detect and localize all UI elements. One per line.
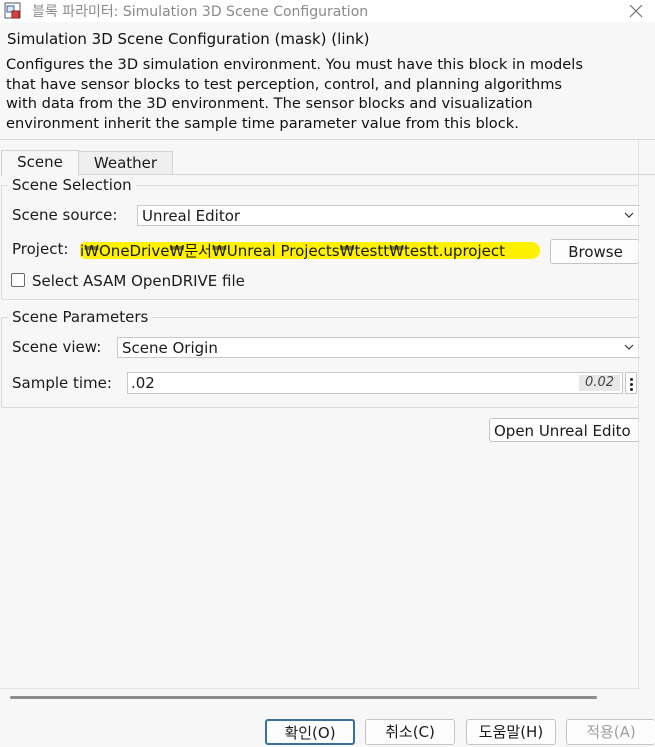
scene-parameters-title: Scene Parameters — [8, 308, 153, 326]
open-unreal-editor-button[interactable]: Open Unreal Edito — [489, 418, 640, 442]
chevron-down-icon — [624, 344, 634, 350]
horizontal-scrollbar[interactable] — [10, 696, 597, 699]
simulink-block-icon — [4, 2, 21, 19]
panel-edge — [638, 140, 639, 690]
project-label: Project: — [12, 240, 69, 258]
sample-time-input[interactable]: .02 0.02 — [127, 372, 623, 394]
help-button[interactable]: 도움말(H) — [466, 719, 556, 745]
scene-view-value: Scene Origin — [122, 339, 218, 357]
close-icon — [629, 4, 643, 18]
tab-scene[interactable]: Scene — [1, 150, 79, 176]
more-options-button[interactable] — [625, 372, 637, 394]
scene-source-label: Scene source: — [12, 206, 118, 224]
description-line: with data from the 3D environment. The s… — [6, 95, 533, 112]
more-dot — [630, 383, 633, 386]
scene-view-dropdown[interactable]: Scene Origin — [117, 337, 640, 358]
title-bar: 블록 파라미터: Simulation 3D Scene Configurati… — [0, 0, 655, 22]
mask-description: Configures the 3D simulation environment… — [6, 55, 646, 133]
mask-header: Simulation 3D Scene Configuration (mask)… — [7, 30, 370, 48]
scene-selection-title: Scene Selection — [8, 176, 136, 194]
sample-time-label: Sample time: — [12, 374, 112, 392]
scene-source-dropdown[interactable]: Unreal Editor — [137, 205, 640, 226]
chevron-down-icon — [624, 212, 634, 218]
sample-time-evaluated: 0.02 — [579, 375, 620, 391]
opendrive-checkbox[interactable] — [11, 273, 25, 287]
more-dot — [630, 378, 633, 381]
tab-weather[interactable]: Weather — [78, 151, 173, 175]
cancel-button[interactable]: 취소(C) — [365, 719, 455, 745]
separator — [0, 139, 655, 140]
tab-underline — [78, 174, 655, 175]
description-line: that have sensor blocks to test percepti… — [6, 75, 563, 93]
description-line: environment inherit the sample time para… — [6, 114, 519, 132]
project-path: i₩OneDrive₩문서₩Unreal Projects₩testt₩test… — [80, 242, 505, 260]
scene-source-value: Unreal Editor — [142, 207, 241, 225]
separator — [0, 688, 638, 689]
project-field[interactable]: i₩OneDrive₩문서₩Unreal Projects₩testt₩test… — [80, 239, 540, 261]
scene-view-label: Scene view: — [12, 338, 102, 356]
window-title: 블록 파라미터: Simulation 3D Scene Configurati… — [32, 4, 369, 20]
opendrive-label: Select ASAM OpenDRIVE file — [32, 272, 245, 290]
close-button[interactable] — [625, 0, 647, 22]
apply-button[interactable]: 적용(A) — [566, 719, 655, 745]
description-line: Configures the 3D simulation environment… — [6, 56, 583, 73]
browse-button[interactable]: Browse — [550, 239, 640, 264]
sample-time-value: .02 — [131, 374, 155, 392]
scene-parameters-group — [1, 317, 639, 408]
ok-button[interactable]: 확인(O) — [265, 719, 355, 745]
more-dot — [630, 388, 633, 391]
